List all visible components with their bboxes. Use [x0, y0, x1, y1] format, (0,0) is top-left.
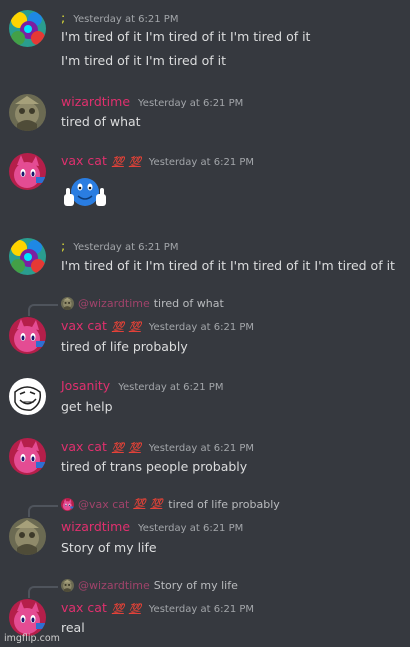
avatar[interactable]	[9, 518, 46, 555]
avatar[interactable]	[9, 10, 46, 47]
hundred-points-icon: 💯	[111, 322, 124, 333]
reply-preview[interactable]: @vax cat 💯 💯 tired of life probably	[61, 498, 280, 511]
avatar[interactable]	[9, 599, 46, 636]
avatar[interactable]	[9, 238, 46, 275]
username[interactable]: vax cat	[61, 318, 107, 333]
username[interactable]: ;	[61, 238, 65, 253]
avatar	[61, 297, 74, 310]
reply-preview[interactable]: @wizardtime Story of my life	[61, 579, 238, 592]
hundred-points-icon: 💯	[111, 443, 124, 454]
watermark: imgflip.com	[4, 633, 60, 644]
message-text: real	[61, 620, 85, 635]
avatar	[61, 498, 74, 511]
message-text: I'm tired of it I'm tired of it I'm tire…	[61, 29, 311, 44]
username[interactable]: vax cat	[61, 439, 107, 454]
avatar[interactable]	[9, 317, 46, 354]
timestamp: Yesterday at 6:21 PM	[148, 604, 255, 615]
message-text: I'm tired of it I'm tired of it I'm tire…	[61, 258, 395, 273]
timestamp: Yesterday at 6:21 PM	[73, 242, 179, 253]
message-text: tired of life probably	[61, 339, 188, 354]
reply-username[interactable]: @wizardtime	[78, 579, 150, 592]
reply-username[interactable]: @vax cat	[78, 498, 129, 511]
message-text: tired of trans people probably	[61, 459, 248, 474]
username[interactable]: wizardtime	[61, 94, 130, 109]
timestamp: Yesterday at 6:21 PM	[73, 14, 179, 25]
hundred-points-icon: 💯	[128, 322, 141, 333]
username[interactable]: vax cat	[61, 153, 107, 168]
hundred-points-icon: 💯	[133, 499, 146, 510]
reply-text: tired of life probably	[168, 498, 280, 511]
avatar[interactable]	[9, 438, 46, 475]
reply-text: Story of my life	[153, 579, 238, 592]
reply-username[interactable]: @wizardtime	[78, 297, 150, 310]
hundred-points-icon: 💯	[111, 604, 124, 615]
avatar[interactable]	[9, 378, 46, 415]
message-text: get help	[61, 399, 113, 414]
avatar[interactable]	[9, 153, 46, 190]
reply-connector	[28, 586, 58, 598]
timestamp: Yesterday at 6:21 PM	[148, 443, 255, 454]
avatar[interactable]	[9, 94, 46, 131]
hundred-points-icon: 💯	[128, 157, 141, 168]
avatar	[61, 579, 74, 592]
message-text: tired of what	[61, 114, 141, 129]
timestamp: Yesterday at 6:21 PM	[138, 523, 244, 534]
hundred-points-icon: 💯	[111, 157, 124, 168]
timestamp: Yesterday at 6:21 PM	[148, 322, 255, 333]
reply-connector	[28, 304, 58, 316]
username[interactable]: vax cat	[61, 600, 107, 615]
message-text: Story of my life	[61, 540, 157, 555]
timestamp: Yesterday at 6:21 PM	[138, 98, 244, 109]
username[interactable]: wizardtime	[61, 519, 130, 534]
hundred-points-icon: 💯	[150, 499, 163, 510]
timestamp: Yesterday at 6:21 PM	[148, 157, 255, 168]
thumbs-up-blob-emoji-icon	[62, 176, 108, 210]
reply-text: tired of what	[153, 297, 224, 310]
username[interactable]: Josanity	[61, 378, 110, 393]
message-text: I'm tired of it I'm tired of it	[61, 53, 226, 68]
reply-preview[interactable]: @wizardtime tired of what	[61, 297, 224, 310]
timestamp: Yesterday at 6:21 PM	[118, 382, 224, 393]
reply-connector	[28, 505, 58, 517]
username[interactable]: ;	[61, 10, 65, 25]
hundred-points-icon: 💯	[128, 604, 141, 615]
hundred-points-icon: 💯	[128, 443, 141, 454]
